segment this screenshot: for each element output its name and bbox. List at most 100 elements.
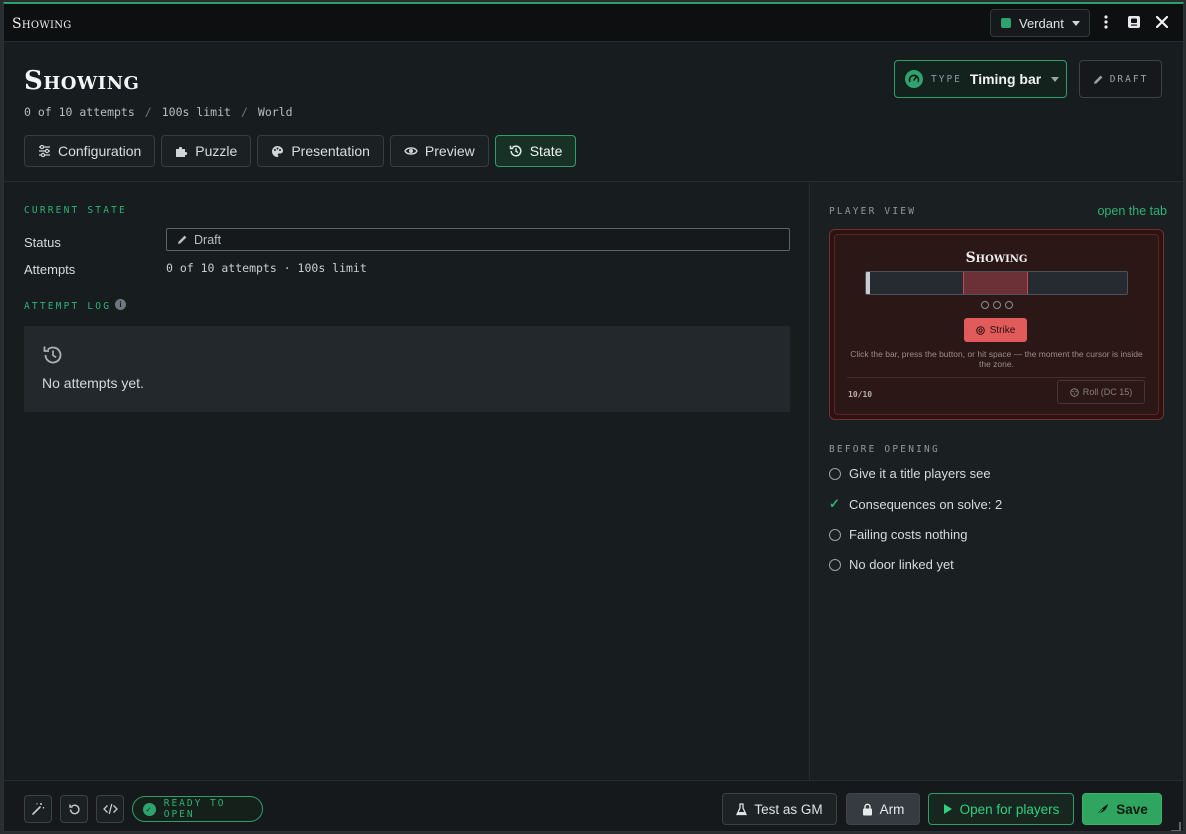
attempts-label: Attempts bbox=[24, 262, 76, 277]
player-view-heading: PLAYER VIEW bbox=[829, 206, 917, 217]
attempt-log-empty: No attempts yet. bbox=[42, 375, 144, 391]
attempt-dot bbox=[992, 301, 1001, 309]
ready-label: READY TO OPEN bbox=[163, 798, 226, 820]
checklist-item: ✓ Consequences on solve: 2 bbox=[829, 496, 1002, 512]
open-label: Open for players bbox=[959, 801, 1060, 817]
tab-label: Puzzle bbox=[195, 143, 238, 159]
timing-bar[interactable] bbox=[865, 271, 1128, 295]
eye-icon bbox=[404, 147, 418, 155]
type-select-button[interactable]: TYPE Timing bar bbox=[894, 60, 1067, 98]
resize-handle[interactable] bbox=[1171, 822, 1181, 831]
magic-wand-icon bbox=[32, 803, 45, 815]
status-field[interactable]: Draft bbox=[166, 228, 790, 251]
attempt-dot bbox=[980, 301, 989, 309]
meta-attempts: 0 of 10 attempts bbox=[24, 105, 135, 119]
strike-label: Strike bbox=[989, 324, 1016, 336]
pencil-icon bbox=[1093, 75, 1103, 84]
type-value: Timing bar bbox=[969, 71, 1042, 87]
draft-button[interactable]: DRAFT bbox=[1079, 60, 1162, 98]
checklist-item: Give it a title players see bbox=[829, 466, 991, 481]
puzzle-icon bbox=[176, 146, 188, 157]
tab-label: Presentation bbox=[291, 143, 370, 159]
attempt-log: No attempts yet. bbox=[24, 326, 790, 412]
sidebar-pane: PLAYER VIEW open the tab Showing Strike bbox=[811, 182, 1183, 780]
meta-time-limit: 100s limit bbox=[161, 105, 231, 119]
theme-select[interactable]: Verdant bbox=[990, 9, 1090, 37]
lock-icon bbox=[862, 803, 872, 815]
tab-preview[interactable]: Preview bbox=[389, 135, 489, 167]
code-button[interactable] bbox=[96, 795, 124, 823]
tab-configuration[interactable]: Configuration bbox=[24, 135, 156, 167]
tab-presentation[interactable]: Presentation bbox=[257, 135, 384, 167]
arm-button[interactable]: Arm bbox=[846, 793, 920, 825]
sliders-icon bbox=[39, 145, 50, 157]
check-circle-icon: ✓ bbox=[143, 802, 156, 816]
tab-label: Preview bbox=[424, 143, 475, 159]
meta-separator: / bbox=[144, 105, 152, 119]
open-for-players-button[interactable]: Open for players bbox=[928, 793, 1074, 825]
checklist-label: Consequences on solve: 2 bbox=[849, 496, 1003, 512]
info-icon[interactable]: i bbox=[115, 299, 126, 310]
reset-button[interactable] bbox=[60, 795, 88, 823]
circle-icon bbox=[829, 558, 841, 571]
undo-icon bbox=[68, 804, 80, 814]
window-title: Showing bbox=[12, 16, 72, 32]
strike-button[interactable]: Strike bbox=[964, 318, 1027, 342]
status-label: Status bbox=[24, 235, 61, 250]
player-view-inner: Showing Strike Click the bar, press the … bbox=[834, 234, 1159, 415]
editor-footer: ✓ READY TO OPEN Test as GM Arm Open for … bbox=[4, 780, 1183, 831]
arm-label: Arm bbox=[879, 801, 905, 817]
status-value: Draft bbox=[194, 232, 222, 247]
save-button[interactable]: Save bbox=[1082, 793, 1162, 825]
roll-button[interactable]: Roll (DC 15) bbox=[1057, 380, 1145, 404]
draft-label: DRAFT bbox=[1109, 73, 1149, 85]
meta-separator: / bbox=[240, 105, 248, 119]
player-view-title: Showing bbox=[965, 250, 1028, 266]
editor-header: Showing 0 of 10 attempts / 100s limit / … bbox=[4, 42, 1183, 182]
checklist-item: Failing costs nothing bbox=[829, 527, 968, 542]
tab-label: Configuration bbox=[58, 143, 142, 159]
target-icon bbox=[975, 325, 985, 335]
feather-icon bbox=[1096, 803, 1109, 815]
before-opening-heading: BEFORE OPENING bbox=[829, 444, 940, 455]
close-icon[interactable] bbox=[1154, 14, 1170, 30]
magic-wand-button[interactable] bbox=[24, 795, 52, 823]
tab-label: State bbox=[529, 143, 563, 159]
checklist-label: Give it a title players see bbox=[849, 466, 991, 481]
current-state-heading: CURRENT STATE bbox=[24, 205, 127, 216]
editor-tabs: Configuration Puzzle Presentation Previe… bbox=[24, 135, 577, 167]
attempts-value: 0 of 10 attempts · 100s limit bbox=[166, 261, 367, 275]
journal-icon[interactable] bbox=[1126, 14, 1142, 30]
play-icon bbox=[943, 804, 952, 814]
attempt-log-heading: ATTEMPT LOG bbox=[24, 301, 112, 312]
test-as-gm-button[interactable]: Test as GM bbox=[722, 793, 837, 825]
gauge-icon bbox=[905, 70, 923, 88]
checklist-label: No door linked yet bbox=[849, 557, 954, 572]
attempt-dots bbox=[835, 301, 1158, 309]
window-titlebar: Showing Verdant bbox=[4, 4, 1183, 42]
tab-state[interactable]: State bbox=[494, 135, 577, 167]
palette-icon bbox=[272, 145, 284, 157]
save-label: Save bbox=[1116, 801, 1148, 817]
type-label: TYPE bbox=[931, 73, 962, 85]
dice-icon bbox=[1069, 387, 1079, 397]
ready-status-badge: ✓ READY TO OPEN bbox=[132, 796, 263, 822]
tab-puzzle[interactable]: Puzzle bbox=[161, 135, 252, 167]
pencil-icon bbox=[178, 235, 187, 244]
open-tab-link[interactable]: open the tab bbox=[1097, 204, 1167, 218]
roll-label: Roll (DC 15) bbox=[1082, 387, 1133, 397]
timing-cursor bbox=[866, 272, 870, 294]
checklist-label: Failing costs nothing bbox=[849, 527, 968, 542]
puzzle-editor-window: Showing Verdant Showing 0 of 10 attempts… bbox=[3, 2, 1184, 832]
flask-icon bbox=[736, 802, 748, 815]
checklist-item: No door linked yet bbox=[829, 557, 954, 572]
meta-scope: World bbox=[257, 105, 293, 119]
history-icon bbox=[509, 145, 522, 157]
test-label: Test as GM bbox=[754, 801, 823, 817]
attempt-count: 10/10 bbox=[848, 390, 873, 399]
chevron-down-icon bbox=[1051, 76, 1060, 82]
more-vertical-icon[interactable] bbox=[1098, 14, 1114, 30]
state-pane: CURRENT STATE Status Draft Attempts 0 of… bbox=[4, 182, 810, 780]
theme-name: Verdant bbox=[1019, 15, 1064, 31]
player-view-preview: Showing Strike Click the bar, press the … bbox=[829, 229, 1164, 420]
